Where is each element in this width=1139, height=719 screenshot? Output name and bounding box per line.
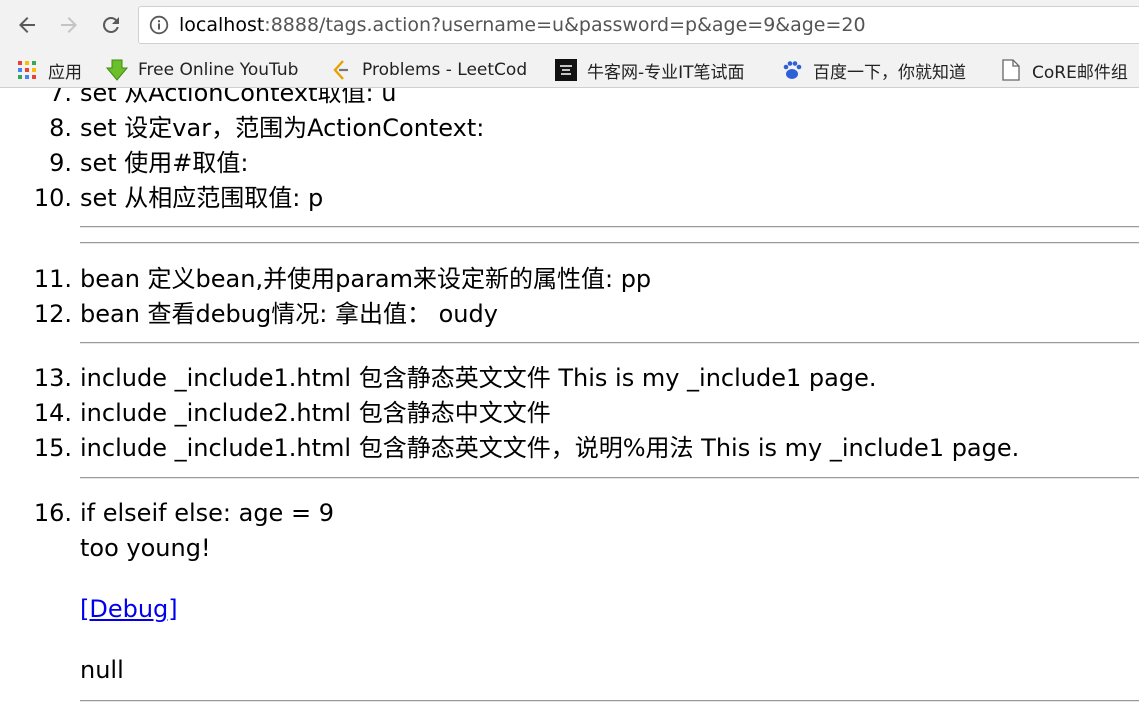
reload-icon — [103, 16, 119, 33]
item-text: set 从ActionContext取值: u — [80, 88, 397, 107]
url-text: localhost:8888/tags.action?username=u&pa… — [179, 14, 866, 36]
item-number: 11. — [33, 265, 72, 293]
item-number: 12. — [33, 300, 72, 328]
reload-button[interactable] — [96, 10, 126, 40]
bookmark-apps[interactable]: 应用 — [16, 58, 82, 82]
item-text: include _include1.html 包含静态英文文件 This is … — [80, 364, 877, 392]
null-text: null — [80, 656, 124, 684]
bookmark-label: 牛客网-专业IT笔试面 — [587, 62, 745, 83]
item-text: set 设定var，范围为ActionContext: — [80, 114, 485, 142]
item-number: 9. — [49, 149, 72, 177]
leetcode-icon — [330, 59, 352, 81]
bookmark-label: 应用 — [48, 62, 82, 83]
item-text: bean 定义bean,并使用param来设定新的属性值: pp — [80, 265, 652, 293]
divider — [80, 477, 1139, 479]
item-text: set 使用#取值: — [80, 149, 249, 177]
bookmark-leetcode[interactable]: Problems - LeetCod — [330, 58, 538, 82]
baidu-paw-icon — [781, 59, 803, 81]
apps-grid-icon — [16, 59, 38, 81]
item-number: 7. — [49, 88, 72, 107]
item-number: 10. — [33, 184, 72, 212]
document-icon — [1000, 59, 1022, 81]
divider — [80, 242, 1139, 244]
url-host: localhost — [179, 14, 265, 36]
item-number: 13. — [33, 364, 72, 392]
address-bar[interactable]: localhost:8888/tags.action?username=u&pa… — [138, 6, 1139, 44]
bookmark-label: Free Online YouTub — [138, 60, 299, 80]
item-number: 8. — [49, 114, 72, 142]
download-arrow-icon — [106, 59, 128, 81]
bookmark-core-mail[interactable]: CoRE邮件组 — [1000, 58, 1128, 82]
bookmark-label: 百度一下，你就知道 — [813, 62, 966, 83]
item-number: 16. — [33, 499, 72, 527]
bookmarks-bar: 应用 Free Online YouTub Problems - LeetCod… — [0, 52, 1139, 88]
item-text: include _include2.html 包含静态中文文件 — [80, 399, 551, 427]
nowcoder-icon — [555, 59, 577, 81]
back-arrow-icon — [19, 17, 35, 33]
bookmark-label: CoRE邮件组 — [1032, 62, 1128, 83]
divider — [80, 700, 1139, 702]
forward-arrow-icon — [61, 17, 77, 33]
bookmark-label: Problems - LeetCod — [362, 60, 528, 80]
item-number: 14. — [33, 399, 72, 427]
bookmark-baidu[interactable]: 百度一下，你就知道 — [781, 58, 966, 82]
item-number: 15. — [33, 434, 72, 462]
too-young-text: too young! — [80, 534, 211, 562]
item-text: set 从相应范围取值: p — [80, 184, 324, 212]
back-button[interactable] — [12, 10, 42, 40]
item-text: if elseif else: age = 9 — [80, 499, 334, 527]
info-icon — [149, 15, 169, 35]
debug-link[interactable]: [Debug] — [80, 594, 178, 624]
divider — [80, 226, 1139, 228]
browser-toolbar: localhost:8888/tags.action?username=u&pa… — [0, 0, 1139, 52]
item-text: bean 查看debug情况: 拿出值： oudy — [80, 300, 498, 328]
bookmark-nowcoder[interactable]: 牛客网-专业IT笔试面 — [555, 58, 760, 82]
item-text: include _include1.html 包含静态英文文件，说明%用法 Th… — [80, 434, 1020, 462]
url-path: :8888/tags.action?username=u&password=p&… — [264, 14, 866, 36]
forward-button[interactable] — [54, 10, 84, 40]
divider — [80, 342, 1139, 344]
bookmark-youtube[interactable]: Free Online YouTub — [106, 58, 314, 82]
page-content: 7. set 从ActionContext取值: u 8. set 设定var，… — [0, 88, 1139, 719]
